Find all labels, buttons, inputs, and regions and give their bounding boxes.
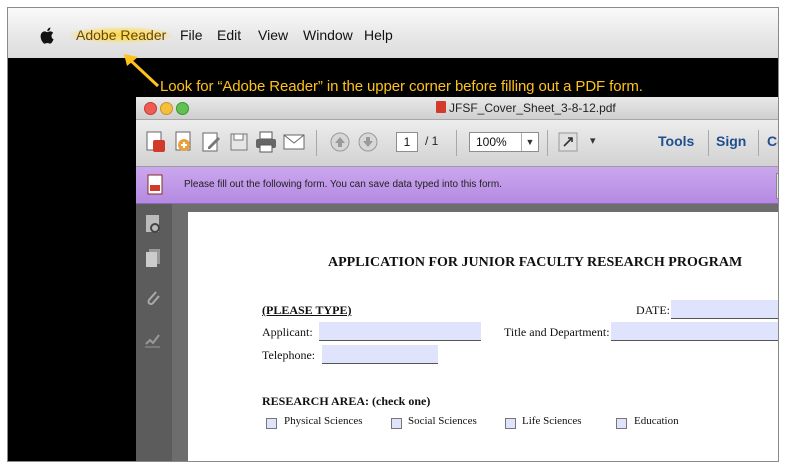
email-icon[interactable]: [282, 130, 306, 154]
save-icon[interactable]: [227, 130, 251, 154]
option-life-sciences: Life Sciences: [522, 415, 582, 427]
toolbar-separator: [708, 130, 709, 156]
current-page-input[interactable]: 1: [396, 132, 418, 152]
applicant-field[interactable]: [319, 322, 481, 341]
attachments-icon[interactable]: [143, 288, 163, 310]
menu-app-adobe-reader[interactable]: Adobe Reader: [70, 27, 173, 43]
date-field[interactable]: [671, 300, 778, 319]
sign-tab[interactable]: Sign: [716, 133, 746, 149]
toolbar-separator: [456, 130, 457, 156]
checkbox-education[interactable]: [616, 418, 627, 429]
apple-logo-icon[interactable]: [40, 27, 54, 44]
reader-window: JFSF_Cover_Sheet_3-8-12.pdf 1 / 1 100% ▼…: [136, 97, 778, 461]
total-pages-label: / 1: [425, 134, 439, 148]
toolbar-overflow-icon[interactable]: ▾: [590, 134, 596, 147]
toolbar-separator: [547, 130, 548, 156]
comment-tab[interactable]: Co: [767, 133, 778, 149]
option-education: Education: [634, 415, 679, 427]
checkbox-social-sciences[interactable]: [391, 418, 402, 429]
window-title: JFSF_Cover_Sheet_3-8-12.pdf: [436, 101, 616, 115]
menu-window[interactable]: Window: [303, 27, 353, 43]
search-pages-icon[interactable]: [143, 214, 163, 236]
create-pdf-icon[interactable]: [144, 130, 168, 154]
highlight-fields-button[interactable]: [776, 173, 778, 199]
please-type-label: (PLEASE TYPE): [262, 303, 352, 317]
form-notice-bar: Please fill out the following form. You …: [136, 167, 778, 204]
menu-edit[interactable]: Edit: [217, 27, 241, 43]
close-window-button[interactable]: [144, 102, 157, 115]
mac-menu-bar: Adobe Reader File Edit View Window Help: [8, 8, 778, 58]
menu-file[interactable]: File: [180, 27, 203, 43]
pdf-form-icon: [147, 174, 163, 195]
page-down-icon[interactable]: [356, 130, 380, 154]
telephone-field[interactable]: [322, 345, 438, 364]
main-toolbar: 1 / 1 100% ▼ ▾ Tools Sign Co: [136, 120, 778, 167]
research-area-label: RESEARCH AREA: (check one): [262, 394, 431, 408]
edit-icon[interactable]: [200, 130, 224, 154]
option-physical-sciences: Physical Sciences: [284, 415, 363, 427]
checkbox-life-sciences[interactable]: [505, 418, 516, 429]
date-label: DATE:: [636, 303, 670, 317]
toolbar-separator: [758, 130, 759, 156]
annotation-arrow-icon: [124, 54, 160, 88]
signatures-icon[interactable]: [143, 328, 163, 350]
menu-help[interactable]: Help: [364, 27, 393, 43]
applicant-label: Applicant:: [262, 325, 313, 339]
title-department-label: Title and Department:: [504, 325, 610, 339]
telephone-label: Telephone:: [262, 348, 316, 362]
navigation-sidebar: [136, 204, 172, 461]
print-icon[interactable]: [254, 130, 278, 154]
tools-tab[interactable]: Tools: [658, 133, 694, 149]
option-social-sciences: Social Sciences: [408, 415, 477, 427]
export-pdf-icon[interactable]: [172, 130, 196, 154]
zoom-select[interactable]: 100% ▼: [469, 132, 539, 152]
window-titlebar[interactable]: JFSF_Cover_Sheet_3-8-12.pdf: [136, 97, 778, 120]
pages-panel-icon[interactable]: [143, 248, 163, 270]
checkbox-physical-sciences[interactable]: [266, 418, 277, 429]
pdf-file-icon: [436, 101, 446, 113]
page-up-icon[interactable]: [328, 130, 352, 154]
window-title-text: JFSF_Cover_Sheet_3-8-12.pdf: [449, 101, 616, 115]
toolbar-separator: [316, 130, 317, 156]
pdf-page: APPLICATION FOR JUNIOR FACULTY RESEARCH …: [188, 212, 778, 461]
document-area: APPLICATION FOR JUNIOR FACULTY RESEARCH …: [172, 204, 778, 461]
form-notice-text: Please fill out the following form. You …: [184, 179, 502, 190]
minimize-window-button[interactable]: [160, 102, 173, 115]
form-title: APPLICATION FOR JUNIOR FACULTY RESEARCH …: [328, 255, 743, 270]
zoom-window-button[interactable]: [176, 102, 189, 115]
zoom-value: 100%: [476, 135, 507, 149]
menu-view[interactable]: View: [258, 27, 288, 43]
chevron-down-icon[interactable]: ▼: [521, 133, 538, 151]
annotation-text: Look for “Adobe Reader” in the upper cor…: [160, 78, 643, 95]
title-department-field[interactable]: [611, 322, 778, 341]
screenshot-frame: Adobe Reader File Edit View Window Help …: [7, 7, 779, 462]
expand-icon[interactable]: [556, 130, 580, 154]
